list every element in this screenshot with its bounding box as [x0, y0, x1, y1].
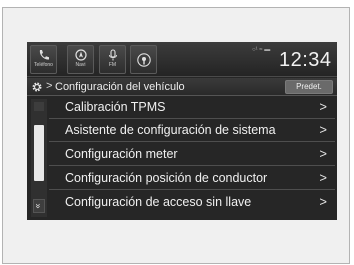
gear-icon — [32, 82, 42, 92]
radio-icon — [108, 49, 117, 61]
menu-item-label: Configuración posición de conductor — [65, 171, 268, 185]
audio-source-icon — [136, 53, 151, 67]
menu-item-label: Configuración meter — [65, 147, 178, 161]
scroll-thumb[interactable] — [34, 125, 44, 181]
menu-item-meter-settings[interactable]: Configuración meter > — [49, 144, 335, 166]
menu-item-label: Calibración TPMS — [65, 100, 166, 114]
scroll-down-button[interactable]: » — [33, 199, 45, 213]
chevron-right-icon: > — [319, 122, 327, 137]
page-title: Configuración del vehículo — [55, 81, 185, 93]
navi-icon — [74, 49, 87, 61]
status-bar: Teléfono Navi FM ○¹ ≈ ▬ 12:34 — [27, 42, 337, 77]
menu-item-driver-position-settings[interactable]: Configuración posición de conductor > — [49, 168, 335, 190]
clock: 12:34 — [279, 49, 332, 71]
breadcrumb-arrow: > — [46, 80, 53, 92]
chevron-right-icon: > — [319, 146, 327, 161]
menu-item-tpms-calibration[interactable]: Calibración TPMS > — [49, 97, 335, 119]
menu-item-system-setup-assistant[interactable]: Asistente de configuración de sistema > — [49, 120, 335, 142]
menu-item-label: Asistente de configuración de sistema — [65, 123, 276, 137]
status-indicators: ○¹ ≈ ▬ — [252, 47, 271, 53]
chevron-right-icon: > — [319, 194, 327, 209]
chevron-right-icon: > — [319, 170, 327, 185]
tab-navi[interactable]: Navi — [67, 45, 94, 74]
chevron-right-icon: > — [319, 99, 327, 114]
page-header: > Configuración del vehículo Predet. — [27, 78, 337, 96]
tab-fm[interactable]: FM — [99, 45, 126, 74]
scroll-up-area[interactable] — [34, 102, 44, 111]
infotainment-screen: Teléfono Navi FM ○¹ ≈ ▬ 12:34 > Configur… — [27, 42, 337, 220]
menu-item-label: Configuración de acceso sin llave — [65, 195, 252, 209]
scrollbar[interactable]: » — [31, 99, 47, 217]
phone-icon — [39, 50, 49, 60]
default-button[interactable]: Predet. — [285, 80, 333, 94]
settings-menu: Calibración TPMS > Asistente de configur… — [49, 97, 335, 219]
tab-fm-label: FM — [108, 62, 117, 68]
tab-phone[interactable]: Teléfono — [30, 45, 57, 74]
menu-item-keyless-access-settings[interactable]: Configuración de acceso sin llave > — [49, 192, 335, 214]
tab-navi-label: Navi — [75, 62, 86, 68]
tab-audio-source[interactable] — [130, 45, 157, 74]
tab-phone-label: Teléfono — [34, 62, 53, 68]
chevron-double-down-icon: » — [33, 203, 44, 209]
